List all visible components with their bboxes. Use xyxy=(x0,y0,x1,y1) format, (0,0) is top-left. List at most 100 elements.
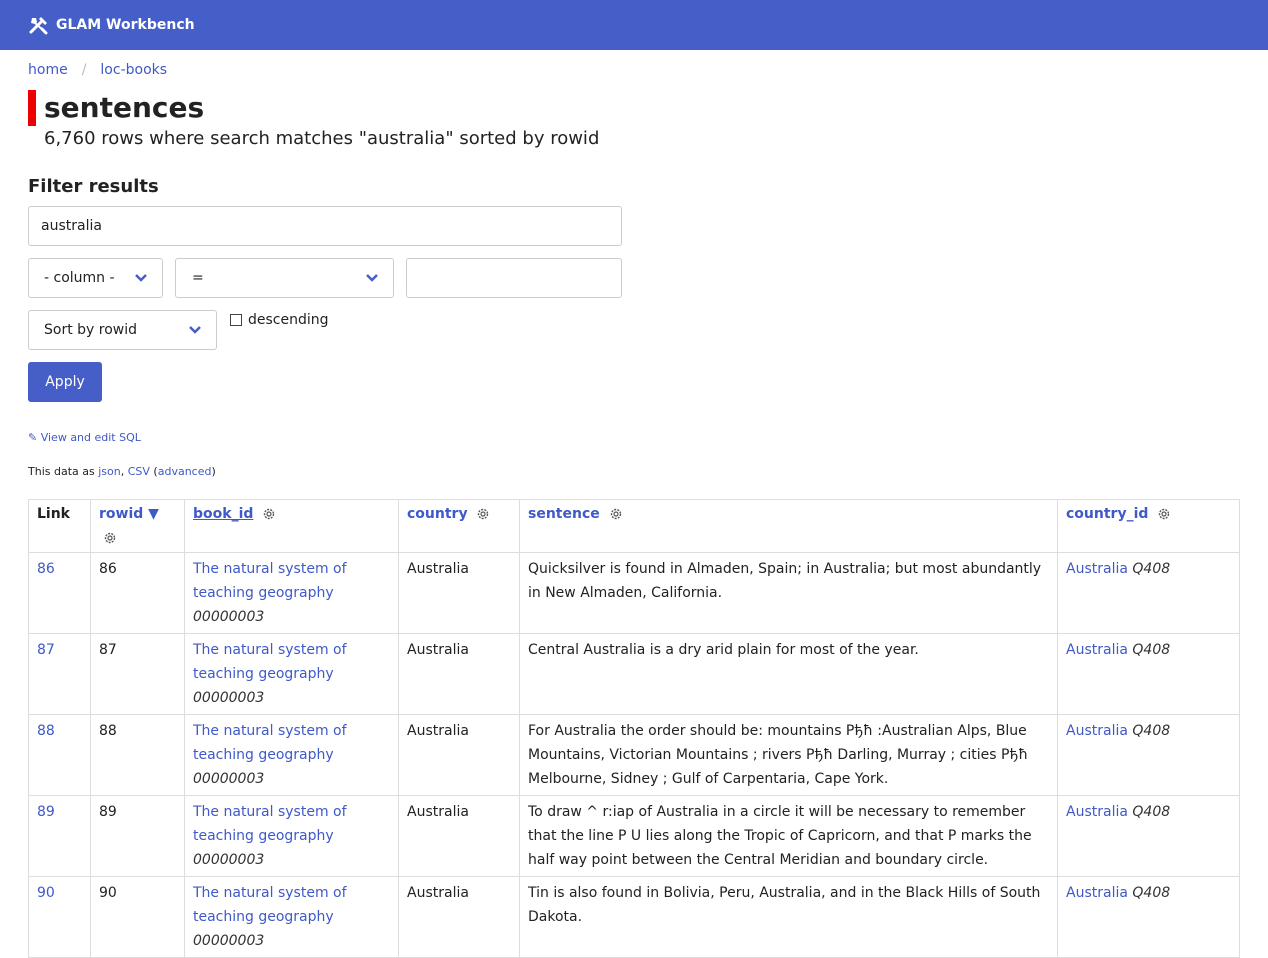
gear-icon[interactable] xyxy=(103,531,117,545)
csv-link[interactable]: CSV xyxy=(128,465,150,478)
row-link[interactable]: 90 xyxy=(37,885,55,901)
results-table: Link rowid ▼ book_id country sentence co… xyxy=(28,499,1240,958)
top-nav-bar: GLAM Workbench xyxy=(0,0,1268,50)
rowid-cell: 90 xyxy=(90,876,185,958)
apply-button[interactable]: Apply xyxy=(28,362,102,402)
sentence-cell: Central Australia is a dry arid plain fo… xyxy=(519,633,1058,715)
country-id-value: Q408 xyxy=(1132,642,1171,658)
sort-sentence-link[interactable]: sentence xyxy=(528,506,600,522)
book-id-cell: The natural system of teaching geography… xyxy=(184,552,399,634)
column-header-country: country xyxy=(398,499,520,553)
book-id-cell: The natural system of teaching geography… xyxy=(184,633,399,715)
column-header-sentence: sentence xyxy=(519,499,1058,553)
column-select[interactable]: - column - xyxy=(28,258,163,298)
descending-toggle[interactable]: descending xyxy=(230,312,329,328)
table-row: 87 87 The natural system of teaching geo… xyxy=(28,633,1240,715)
country-id-value: Q408 xyxy=(1132,885,1171,901)
book-id-value: 00000003 xyxy=(193,609,265,625)
operator-select[interactable]: = xyxy=(175,258,394,298)
sort-country-link[interactable]: country xyxy=(407,506,468,522)
search-input-value: australia xyxy=(41,218,102,234)
column-header-book-id: book_id xyxy=(184,499,399,553)
rowid-cell: 89 xyxy=(90,795,185,877)
title-accent-bar xyxy=(28,90,36,126)
title-block: sentences xyxy=(28,90,204,126)
rowid-cell: 88 xyxy=(90,714,185,796)
country-id-cell: Australia Q408 xyxy=(1057,876,1240,958)
page-title: sentences xyxy=(44,91,205,124)
column-select-value: - column - xyxy=(44,270,115,286)
country-cell: Australia xyxy=(398,552,520,634)
filter-value-input[interactable] xyxy=(406,258,622,298)
descending-checkbox[interactable] xyxy=(230,314,242,326)
country-id-value: Q408 xyxy=(1132,804,1171,820)
country-cell: Australia xyxy=(398,795,520,877)
sort-rowid-link[interactable]: rowid ▼ xyxy=(99,506,159,522)
breadcrumb-home[interactable]: home xyxy=(28,62,68,78)
book-link[interactable]: The natural system of teaching geography xyxy=(193,642,347,682)
search-input[interactable]: australia xyxy=(28,206,622,246)
country-id-value: Q408 xyxy=(1132,561,1171,577)
json-link[interactable]: json xyxy=(98,465,121,478)
row-link[interactable]: 86 xyxy=(37,561,55,577)
chevron-down-icon xyxy=(135,274,147,282)
book-id-value: 00000003 xyxy=(193,933,265,949)
app-title: GLAM Workbench xyxy=(56,17,195,33)
country-link[interactable]: Australia xyxy=(1066,804,1128,820)
table-row: 90 90 The natural system of teaching geo… xyxy=(28,876,1240,958)
book-link[interactable]: The natural system of teaching geography xyxy=(193,561,347,601)
book-link[interactable]: The natural system of teaching geography xyxy=(193,723,347,763)
country-link[interactable]: Australia xyxy=(1066,561,1128,577)
column-header-link: Link xyxy=(28,499,91,553)
row-link[interactable]: 87 xyxy=(37,642,55,658)
row-link[interactable]: 88 xyxy=(37,723,55,739)
column-header-rowid: rowid ▼ xyxy=(90,499,185,553)
country-id-cell: Australia Q408 xyxy=(1057,633,1240,715)
row-link[interactable]: 89 xyxy=(37,804,55,820)
country-link[interactable]: Australia xyxy=(1066,642,1128,658)
book-id-value: 00000003 xyxy=(193,771,265,787)
book-link[interactable]: The natural system of teaching geography xyxy=(193,885,347,925)
sort-book-id-link[interactable]: book_id xyxy=(193,506,253,522)
sentence-cell: Tin is also found in Bolivia, Peru, Aust… xyxy=(519,876,1058,958)
country-id-value: Q408 xyxy=(1132,723,1171,739)
table-header-row: Link rowid ▼ book_id country sentence co… xyxy=(28,499,1240,553)
advanced-link[interactable]: advanced xyxy=(158,465,212,478)
table-row: 89 89 The natural system of teaching geo… xyxy=(28,795,1240,877)
view-sql-row: ✎ View and edit SQL xyxy=(28,431,141,444)
sort-country-id-link[interactable]: country_id xyxy=(1066,506,1148,522)
gear-icon[interactable] xyxy=(609,507,623,521)
table-row: 86 86 The natural system of teaching geo… xyxy=(28,552,1240,634)
sort-select[interactable]: Sort by rowid xyxy=(28,310,217,350)
tools-icon xyxy=(29,17,48,35)
breadcrumb-database[interactable]: loc-books xyxy=(100,62,167,78)
book-id-cell: The natural system of teaching geography… xyxy=(184,876,399,958)
gear-icon[interactable] xyxy=(1157,507,1171,521)
table-row: 88 88 The natural system of teaching geo… xyxy=(28,714,1240,796)
descending-label: descending xyxy=(248,312,329,328)
country-id-cell: Australia Q408 xyxy=(1057,552,1240,634)
country-id-cell: Australia Q408 xyxy=(1057,795,1240,877)
app-brand[interactable]: GLAM Workbench xyxy=(28,15,195,35)
gear-icon[interactable] xyxy=(262,507,276,521)
export-row: This data as json, CSV (advanced) xyxy=(28,465,216,478)
sentence-cell: For Australia the order should be: mount… xyxy=(519,714,1058,796)
book-id-value: 00000003 xyxy=(193,852,265,868)
view-edit-sql-link[interactable]: ✎ View and edit SQL xyxy=(28,431,141,444)
book-link[interactable]: The natural system of teaching geography xyxy=(193,804,347,844)
country-link[interactable]: Australia xyxy=(1066,723,1128,739)
book-id-cell: The natural system of teaching geography… xyxy=(184,714,399,796)
country-cell: Australia xyxy=(398,714,520,796)
country-id-cell: Australia Q408 xyxy=(1057,714,1240,796)
book-id-cell: The natural system of teaching geography… xyxy=(184,795,399,877)
sort-select-value: Sort by rowid xyxy=(44,322,138,338)
country-link[interactable]: Australia xyxy=(1066,885,1128,901)
rowid-cell: 87 xyxy=(90,633,185,715)
gear-icon[interactable] xyxy=(476,507,490,521)
sentence-cell: Quicksilver is found in Almaden, Spain; … xyxy=(519,552,1058,634)
column-header-country-id: country_id xyxy=(1057,499,1240,553)
breadcrumb-separator: / xyxy=(81,62,87,78)
page-subtitle: 6,760 rows where search matches "austral… xyxy=(44,128,600,149)
book-id-value: 00000003 xyxy=(193,690,265,706)
breadcrumb: home / loc-books xyxy=(28,62,167,78)
